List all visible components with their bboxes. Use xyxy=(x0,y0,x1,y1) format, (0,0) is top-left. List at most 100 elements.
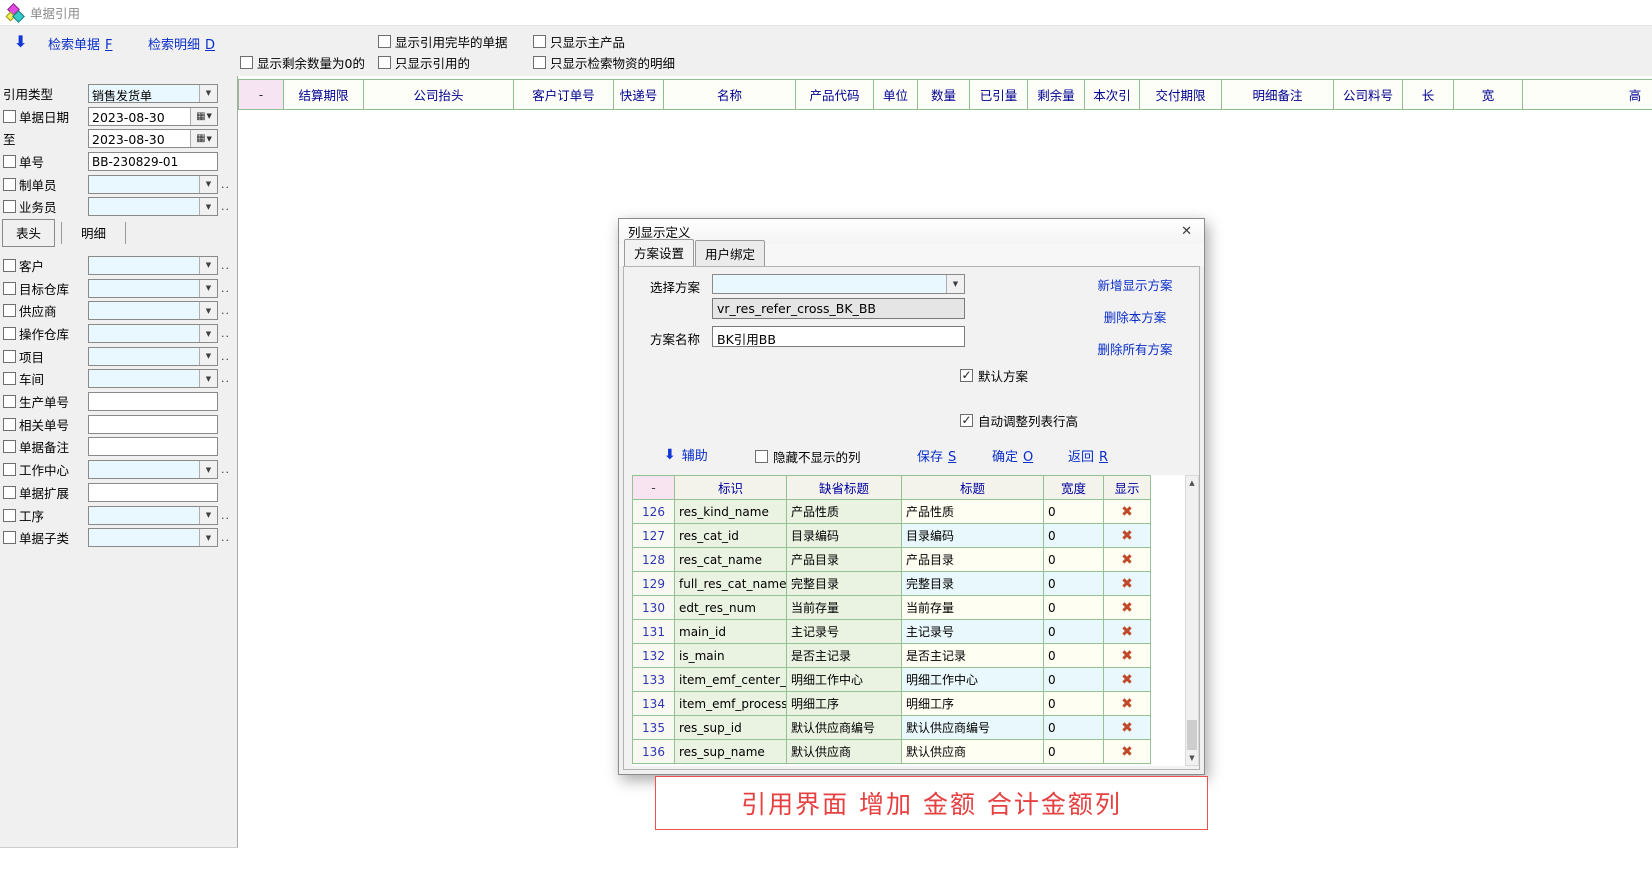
browse-button[interactable]: .. xyxy=(221,531,230,544)
checkbox[interactable] xyxy=(533,35,546,48)
grid-column-header[interactable]: 产品代码 xyxy=(796,79,874,110)
field-checkbox[interactable] xyxy=(3,350,16,363)
width-cell[interactable]: 0 xyxy=(1044,716,1104,740)
check-searched-material-only[interactable]: 只显示检索物资的明细 xyxy=(533,53,675,72)
scheme-select[interactable]: ▼ xyxy=(712,274,965,294)
grid-column-header[interactable]: 高 xyxy=(1523,79,1652,110)
field-combo[interactable]: ▼ xyxy=(88,460,218,479)
back-button[interactable]: 返回R xyxy=(1068,446,1108,465)
field-checkbox[interactable] xyxy=(3,200,16,213)
scrollbar-thumb[interactable] xyxy=(1187,720,1197,750)
table-scrollbar[interactable]: ▲ ▼ xyxy=(1185,475,1199,766)
hide-hidden-columns-checkbox[interactable]: 隐藏不显示的列 xyxy=(755,447,861,466)
field-text-input[interactable]: BB-230829-01 xyxy=(88,152,218,171)
title-cell[interactable]: 明细工序 xyxy=(902,692,1044,716)
ok-button[interactable]: 确定O xyxy=(992,446,1033,465)
field-date-input[interactable]: 2023-08-30▦▼ xyxy=(88,129,218,148)
close-icon[interactable]: ✕ xyxy=(1178,224,1195,239)
field-combo[interactable]: ▼ xyxy=(88,256,218,275)
width-cell[interactable]: 0 xyxy=(1044,644,1104,668)
calendar-icon[interactable]: ▦▼ xyxy=(190,130,217,147)
chevron-down-icon[interactable]: ▼ xyxy=(199,325,217,342)
scroll-up-icon[interactable]: ▲ xyxy=(1186,476,1198,490)
field-combo[interactable]: ▼ xyxy=(88,528,218,547)
checkbox[interactable] xyxy=(378,35,391,48)
chevron-down-icon[interactable]: ▼ xyxy=(199,280,217,297)
scroll-down-icon[interactable]: ▼ xyxy=(1186,751,1198,765)
grid-column-header[interactable]: 结算期限 xyxy=(284,79,364,110)
checkbox[interactable] xyxy=(533,56,546,69)
grid-column-header[interactable]: 数量 xyxy=(918,79,970,110)
grid-column-header[interactable]: 客户订单号 xyxy=(514,79,614,110)
width-cell[interactable]: 0 xyxy=(1044,548,1104,572)
visibility-toggle-icon[interactable]: ✖ xyxy=(1104,692,1151,716)
delete-scheme-link[interactable]: 删除本方案 xyxy=(1104,307,1167,326)
width-cell[interactable]: 0 xyxy=(1044,692,1104,716)
chevron-down-icon[interactable]: ▼ xyxy=(946,275,964,293)
field-checkbox[interactable] xyxy=(3,110,16,123)
delete-all-schemes-link[interactable]: 删除所有方案 xyxy=(1097,339,1172,358)
title-cell[interactable]: 产品性质 xyxy=(902,500,1044,524)
field-checkbox[interactable] xyxy=(3,259,16,272)
browse-button[interactable]: .. xyxy=(221,327,230,340)
panel-tab-detail[interactable]: 明细 xyxy=(68,220,119,246)
checkbox[interactable] xyxy=(960,369,973,382)
chevron-down-icon[interactable]: ▼ xyxy=(199,176,217,193)
browse-button[interactable]: .. xyxy=(221,350,230,363)
visibility-toggle-icon[interactable]: ✖ xyxy=(1104,740,1151,764)
grid-column-header[interactable]: 长 xyxy=(1403,79,1454,110)
grid-column-header[interactable]: 交付期限 xyxy=(1140,79,1222,110)
browse-button[interactable]: .. xyxy=(221,282,230,295)
field-text-input[interactable] xyxy=(88,392,218,411)
check-show-referenced-only[interactable]: 只显示引用的 xyxy=(378,53,470,72)
width-cell[interactable]: 0 xyxy=(1044,620,1104,644)
chevron-down-icon[interactable]: ▼ xyxy=(199,370,217,387)
field-combo[interactable]: ▼ xyxy=(88,175,218,194)
chevron-down-icon[interactable]: ▼ xyxy=(199,348,217,365)
checkbox[interactable] xyxy=(240,56,253,69)
aux-button[interactable]: ⬇ 辅助 xyxy=(664,445,708,464)
visibility-toggle-icon[interactable]: ✖ xyxy=(1104,572,1151,596)
checkbox[interactable] xyxy=(960,414,973,427)
title-cell[interactable]: 主记录号 xyxy=(902,620,1044,644)
field-text-input[interactable] xyxy=(88,437,218,456)
width-cell[interactable]: 0 xyxy=(1044,596,1104,620)
field-checkbox[interactable] xyxy=(3,327,16,340)
chevron-down-icon[interactable]: ▼ xyxy=(199,257,217,274)
visibility-toggle-icon[interactable]: ✖ xyxy=(1104,596,1151,620)
checkbox[interactable] xyxy=(378,56,391,69)
grid-column-header[interactable]: 明细备注 xyxy=(1222,79,1334,110)
default-scheme-checkbox[interactable]: 默认方案 xyxy=(960,366,1028,385)
visibility-toggle-icon[interactable]: ✖ xyxy=(1104,668,1151,692)
retrieve-arrow-icon[interactable]: ⬇ xyxy=(14,32,27,51)
grid-column-header[interactable]: 公司料号 xyxy=(1334,79,1403,110)
field-combo[interactable]: ▼ xyxy=(88,197,218,216)
browse-button[interactable]: .. xyxy=(221,200,230,213)
browse-button[interactable]: .. xyxy=(221,509,230,522)
field-checkbox[interactable] xyxy=(3,509,16,522)
grid-column-header[interactable]: 单位 xyxy=(874,79,918,110)
field-checkbox[interactable] xyxy=(3,372,16,385)
chevron-down-icon[interactable]: ▼ xyxy=(199,529,217,546)
browse-button[interactable]: .. xyxy=(221,304,230,317)
field-checkbox[interactable] xyxy=(3,440,16,453)
panel-tab-header[interactable]: 表头 xyxy=(2,219,55,247)
field-checkbox[interactable] xyxy=(3,304,16,317)
grid-column-header[interactable]: 快递号 xyxy=(614,79,664,110)
browse-button[interactable]: .. xyxy=(221,178,230,191)
field-checkbox[interactable] xyxy=(3,463,16,476)
grid-column-header[interactable]: 已引量 xyxy=(970,79,1028,110)
grid-column-header[interactable]: 本次引 xyxy=(1085,79,1140,110)
width-cell[interactable]: 0 xyxy=(1044,572,1104,596)
visibility-toggle-icon[interactable]: ✖ xyxy=(1104,620,1151,644)
field-combo[interactable]: ▼ xyxy=(88,324,218,343)
field-combo[interactable]: ▼ xyxy=(88,506,218,525)
field-text-input[interactable] xyxy=(88,415,218,434)
title-cell[interactable]: 完整目录 xyxy=(902,572,1044,596)
search-details-button[interactable]: 检索明细D xyxy=(148,34,215,53)
grid-column-header[interactable]: 剩余量 xyxy=(1028,79,1085,110)
field-combo[interactable]: 销售发货单▼ xyxy=(88,84,218,103)
search-documents-button[interactable]: 检索单据F xyxy=(48,34,113,53)
scheme-name-input[interactable]: BK引用BB xyxy=(712,326,965,347)
grid-column-header[interactable]: 公司抬头 xyxy=(364,79,514,110)
